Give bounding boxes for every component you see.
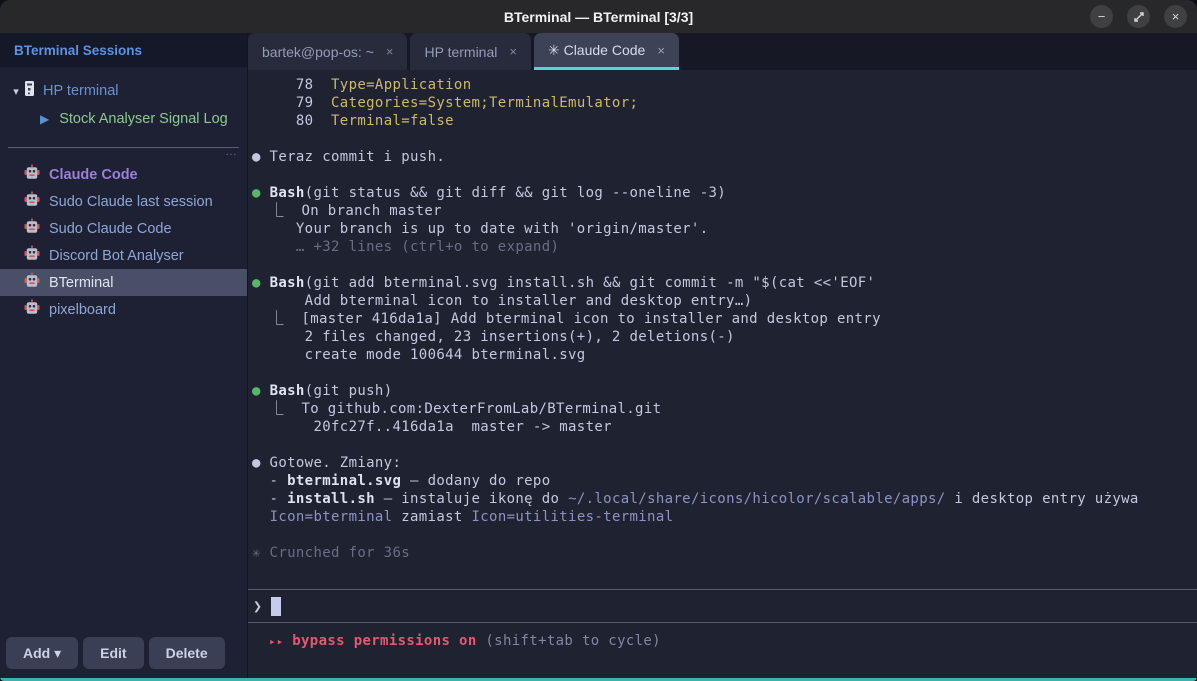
window-title: BTerminal — BTerminal [3/3] [504,9,693,25]
tab-hp-terminal[interactable]: HP terminal × [410,33,530,70]
tab-claude-code[interactable]: ✳ Claude Code × [534,33,679,70]
terminal-line [252,166,1197,184]
terminal-line: 2 files changed, 23 insertions(+), 2 del… [252,328,1197,346]
session-item-label: Discord Bot Analyser [49,248,184,264]
robot-icon [24,299,40,320]
terminal-line: 78 Type=Application [252,76,1197,94]
terminal-line: ● Gotowe. Zmiany: [252,454,1197,472]
terminal-line: 79 Categories=System;TerminalEmulator; [252,94,1197,112]
terminal-line: ● Teraz commit i push. [252,148,1197,166]
tab-bartek-pop-os[interactable]: bartek@pop-os: ~ × [248,33,407,70]
sidebar-header: BTerminal Sessions [0,33,247,67]
text-cursor [271,597,281,616]
add-button[interactable]: Add ▾ [6,637,78,669]
status-bar: ▸▸ bypass permissions on (shift+tab to cy… [248,623,1197,678]
robot-icon [24,218,40,239]
tab-bar: bartek@pop-os: ~ × HP terminal × ✳ Claud… [248,33,1197,70]
terminal-pane: bartek@pop-os: ~ × HP terminal × ✳ Claud… [248,33,1197,678]
terminal-line: ⎿ On branch master [252,202,1197,220]
sessions-sidebar: BTerminal Sessions ▾ HP terminal ▶ Stock… [0,33,248,678]
mode-arrows-icon: ▸▸ [269,635,284,648]
robot-icon [24,245,40,266]
sidebar-actions: Add ▾ Edit Delete [0,637,247,678]
robot-icon [24,164,40,185]
terminal-line: Add bterminal icon to installer and desk… [252,292,1197,310]
delete-button[interactable]: Delete [149,637,225,669]
terminal-line: ⎿ [master 416da1a] Add bterminal icon to… [252,310,1197,328]
terminal-line: … +32 lines (ctrl+o to expand) [252,238,1197,256]
maximize-button[interactable] [1127,5,1150,28]
ellipsis-icon[interactable]: … [225,144,239,158]
terminal-line: ● Bash(git status && git diff && git log… [252,184,1197,202]
terminal-line: - install.sh — instaluje ikonę do ~/.loc… [252,490,1197,508]
terminal-line: 80 Terminal=false [252,112,1197,130]
tree-item-label: HP terminal [43,83,118,99]
close-tab-icon[interactable]: × [386,44,394,59]
play-icon: ▶ [40,112,49,126]
sidebar-spacer [0,323,247,637]
tree-item-stock-analyser[interactable]: ▶ Stock Analyser Signal Log [0,105,247,133]
window-body: BTerminal Sessions ▾ HP terminal ▶ Stock… [0,33,1197,678]
session-item-label: Claude Code [49,167,138,183]
terminal-line [252,526,1197,544]
session-item-label: BTerminal [49,275,113,291]
titlebar[interactable]: BTerminal — BTerminal [3/3] − × [0,0,1197,33]
session-item-discord-bot[interactable]: Discord Bot Analyser [0,242,247,269]
permission-mode-label: bypass permissions on [292,633,476,649]
computer-icon [24,81,35,102]
tab-label: HP terminal [424,44,497,60]
terminal-line: Icon=bterminal zamiast Icon=utilities-te… [252,508,1197,526]
chevron-down-icon[interactable]: ▾ [8,85,24,98]
tab-label: ✳ Claude Code [548,42,645,59]
close-icon: × [1172,9,1180,24]
session-item-label: Sudo Claude Code [49,221,172,237]
mode-hint: (shift+tab to cycle) [485,633,661,649]
bterminal-window: BTerminal — BTerminal [3/3] − × BTermina… [0,0,1197,681]
session-item-bterminal[interactable]: BTerminal [0,269,247,296]
terminal-line [252,436,1197,454]
close-tab-icon[interactable]: × [509,44,517,59]
sidebar-title: BTerminal Sessions [14,43,142,58]
prompt-input[interactable]: ❯ [248,589,1197,623]
maximize-icon [1133,11,1145,23]
close-tab-icon[interactable]: × [657,43,665,58]
terminal-line [252,256,1197,274]
session-item-label: pixelboard [49,302,116,318]
tree-item-hp-terminal[interactable]: ▾ HP terminal [0,77,247,105]
terminal-line: ● Bash(git push) [252,382,1197,400]
tab-label: bartek@pop-os: ~ [262,44,374,60]
window-controls: − × [1090,5,1187,28]
terminal-line: ⎿ To github.com:DexterFromLab/BTerminal.… [252,400,1197,418]
edit-button[interactable]: Edit [83,637,143,669]
session-item-sudo-claude-last[interactable]: Sudo Claude last session [0,188,247,215]
session-list: Claude Code Sudo Claude last session Sud… [0,161,247,323]
session-item-claude-code[interactable]: Claude Code [0,161,247,188]
terminal-line [252,130,1197,148]
terminal-line: Your branch is up to date with 'origin/m… [252,220,1197,238]
sidebar-divider: … [8,147,239,157]
robot-icon [24,191,40,212]
session-item-sudo-claude-code[interactable]: Sudo Claude Code [0,215,247,242]
prompt-symbol: ❯ [253,597,262,615]
terminal-line: create mode 100644 bterminal.svg [252,346,1197,364]
session-item-label: Sudo Claude last session [49,194,213,210]
session-tree: ▾ HP terminal ▶ Stock Analyser Signal Lo… [0,67,247,133]
session-item-pixelboard[interactable]: pixelboard [0,296,247,323]
close-button[interactable]: × [1164,5,1187,28]
minimize-icon: − [1098,9,1106,24]
terminal-line: ✳ Crunched for 36s [252,544,1197,562]
tree-subitem-label: Stock Analyser Signal Log [59,111,227,127]
terminal-line: - bterminal.svg — dodany do repo [252,472,1197,490]
robot-icon [24,272,40,293]
terminal-line [252,364,1197,382]
terminal-output[interactable]: 78 Type=Application 79 Categories=System… [248,70,1197,589]
minimize-button[interactable]: − [1090,5,1113,28]
terminal-line: ● Bash(git add bterminal.svg install.sh … [252,274,1197,292]
terminal-line: 20fc27f..416da1a master -> master [252,418,1197,436]
